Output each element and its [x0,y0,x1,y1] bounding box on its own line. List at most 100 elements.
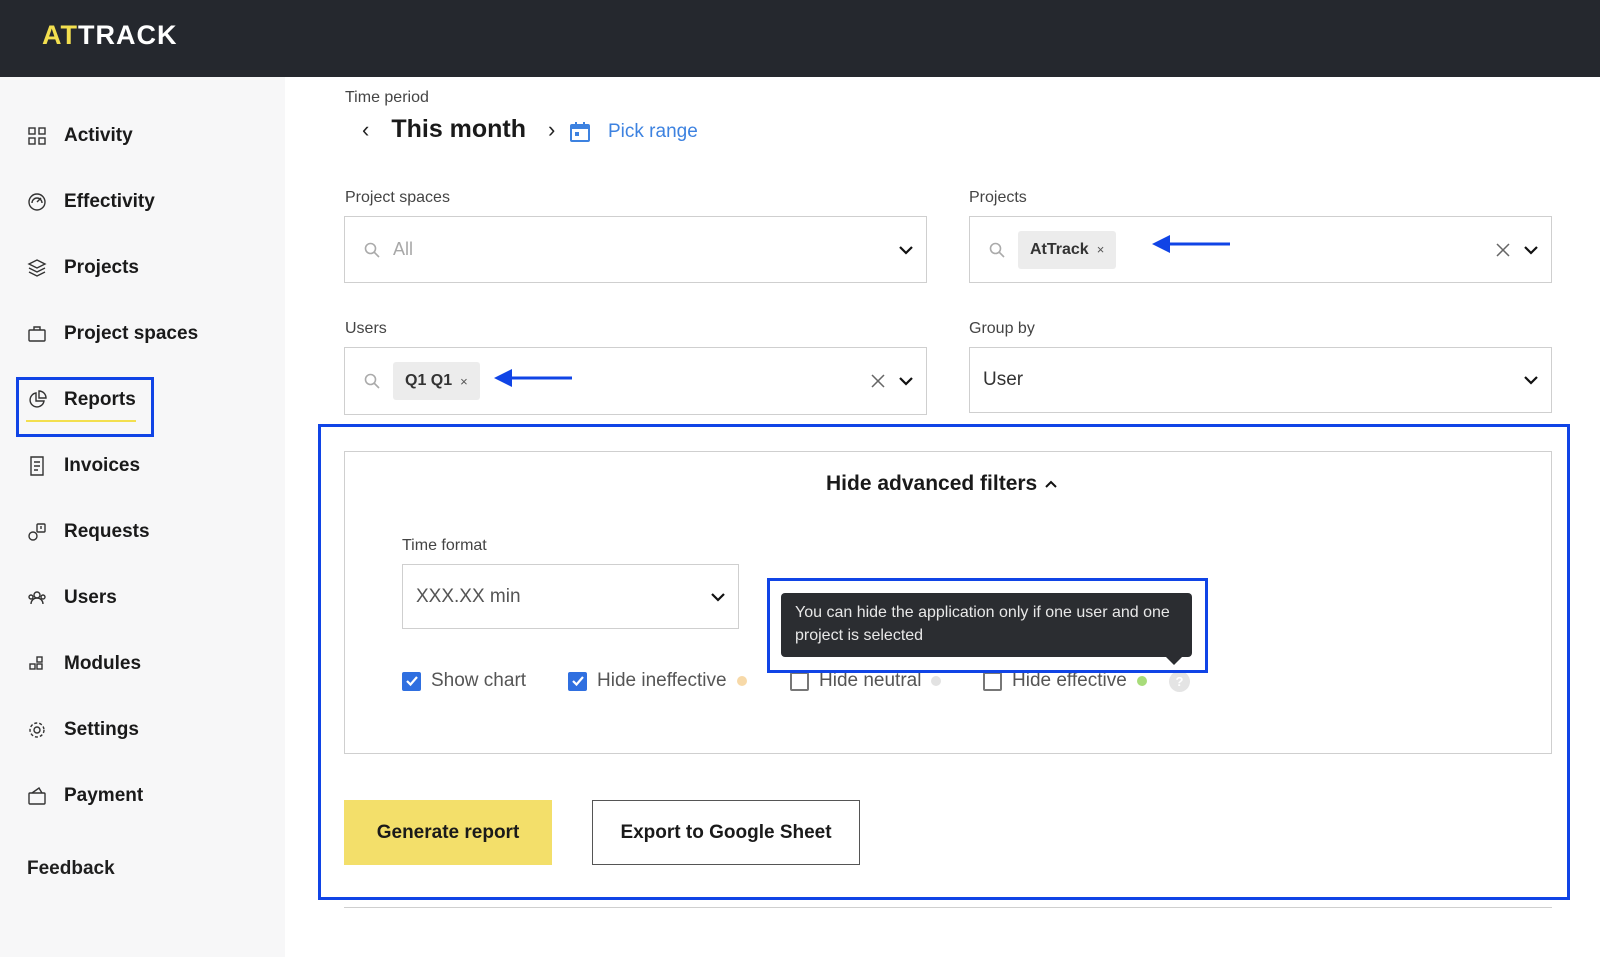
sidebar-item-label: Invoices [64,455,141,476]
ineffective-dot [736,676,747,686]
sidebar-item-reports[interactable]: Reports [24,380,136,420]
pie-chart-icon [24,387,50,413]
gear-icon [24,717,50,743]
clear-icon[interactable] [870,373,886,389]
sidebar-item-activity[interactable]: Activity [24,116,133,156]
user-chip-label: Q1 Q1 [405,372,453,389]
calendar-icon [570,122,590,142]
chevron-up-icon [1045,480,1057,488]
users-label: Users [345,320,387,337]
sidebar-item-label: Payment [64,785,144,806]
pick-range-label: Pick range [608,121,698,142]
export-google-sheet-button[interactable]: Export to Google Sheet [592,800,860,865]
sidebar-item-invoices[interactable]: Invoices [24,446,140,486]
search-icon [364,373,380,389]
tooltip: You can hide the application only if one… [781,593,1192,665]
checkbox-label: Show chart [431,670,527,691]
show-chart-checkbox[interactable]: Show chart [402,670,526,692]
effective-dot [1136,676,1147,686]
sidebar-item-projects[interactable]: Projects [24,248,139,288]
checkbox-label: Hide neutral [819,670,922,691]
users-select[interactable]: Q1 Q1 × [344,347,927,415]
time-format-label: Time format [402,537,487,554]
tooltip-text: You can hide the application only if one… [795,604,1170,644]
search-icon [364,242,380,258]
time-format-select[interactable]: XXX.XX min [402,564,739,629]
project-spaces-placeholder: All [393,239,414,259]
chevron-down-icon[interactable] [1523,372,1539,388]
search-icon [989,242,1005,258]
app-logo[interactable]: ATTRACK [42,20,178,51]
checkbox-checked[interactable] [402,671,421,691]
group-by-value: User [983,369,1024,390]
checkbox-checked[interactable] [568,671,587,691]
remove-chip-button[interactable]: × [1097,242,1105,257]
briefcase-icon [24,321,50,347]
chevron-down-icon[interactable] [710,589,726,605]
sidebar-item-label: Project spaces [64,323,199,344]
time-period-label: Time period [345,89,429,106]
sidebar-item-users[interactable]: Users [24,578,117,618]
sidebar-item-label: Activity [64,125,133,146]
checkbox-unchecked[interactable] [790,671,809,691]
next-period-button[interactable]: › [538,117,565,143]
request-icon [24,519,50,545]
hide-ineffective-checkbox[interactable]: Hide ineffective [568,670,747,692]
sidebar-item-modules[interactable]: Modules [24,644,141,684]
sidebar-item-label: Effectivity [64,191,155,212]
time-format-value: XXX.XX min [416,585,521,607]
pick-range-button[interactable]: Pick range [568,120,698,144]
chevron-down-icon[interactable] [898,373,914,389]
group-by-label: Group by [969,320,1035,337]
sidebar-item-settings[interactable]: Settings [24,710,139,750]
checkbox-label: Hide ineffective [597,670,727,691]
project-chip: AtTrack × [1018,230,1117,269]
project-chip-label: AtTrack [1030,240,1089,258]
generate-report-button[interactable]: Generate report [344,800,552,865]
projects-label: Projects [969,189,1027,206]
chevron-down-icon[interactable] [1523,242,1539,258]
receipt-icon [24,453,50,479]
time-period-value: This month [391,115,527,143]
sidebar-item-label: Projects [64,257,139,278]
sidebar-item-label: Reports [64,389,136,410]
sidebar-item-requests[interactable]: Requests [24,512,150,552]
advanced-toggle-label: Hide advanced filters [826,472,1038,495]
sidebar-item-project-spaces[interactable]: Project spaces [24,314,198,354]
grid-icon [24,123,50,149]
active-underline [26,420,136,422]
remove-chip-button[interactable]: × [460,374,468,389]
divider [344,907,1552,908]
prev-period-button[interactable]: ‹ [352,117,379,143]
project-spaces-label: Project spaces [345,189,450,206]
checkbox-label: Hide effective [1012,670,1127,691]
hide-advanced-filters-toggle[interactable]: Hide advanced filters [826,472,1059,496]
project-spaces-select[interactable]: All [344,216,927,283]
users-icon [24,585,50,611]
sidebar-item-label: Settings [64,719,139,740]
projects-select[interactable]: AtTrack × [969,216,1552,283]
sidebar-item-effectivity[interactable]: Effectivity [24,182,155,222]
help-icon[interactable]: ? [1169,671,1190,692]
neutral-dot [931,676,942,686]
annotation-arrow [1152,235,1230,253]
tooltip-tail [1166,657,1182,665]
hide-effective-checkbox[interactable]: Hide effective [983,670,1147,692]
wallet-icon [24,783,50,809]
sidebar-item-payment[interactable]: Payment [24,776,143,816]
top-bar: ATTRACK [0,0,1600,77]
layers-icon [24,255,50,281]
sidebar-item-label: Requests [64,521,150,542]
checkbox-unchecked[interactable] [983,671,1002,691]
time-period-selector: ‹ This month › [352,115,565,144]
hide-neutral-checkbox[interactable]: Hide neutral [790,670,942,692]
group-by-select[interactable]: User [969,347,1552,413]
annotation-arrow [494,369,572,387]
sidebar-item-label: Users [64,587,117,608]
user-chip: Q1 Q1 × [393,362,480,400]
clear-icon[interactable] [1495,242,1511,258]
gauge-icon [24,189,50,215]
modules-icon [24,651,50,677]
chevron-down-icon[interactable] [898,242,914,258]
feedback-link[interactable]: Feedback [27,858,115,880]
